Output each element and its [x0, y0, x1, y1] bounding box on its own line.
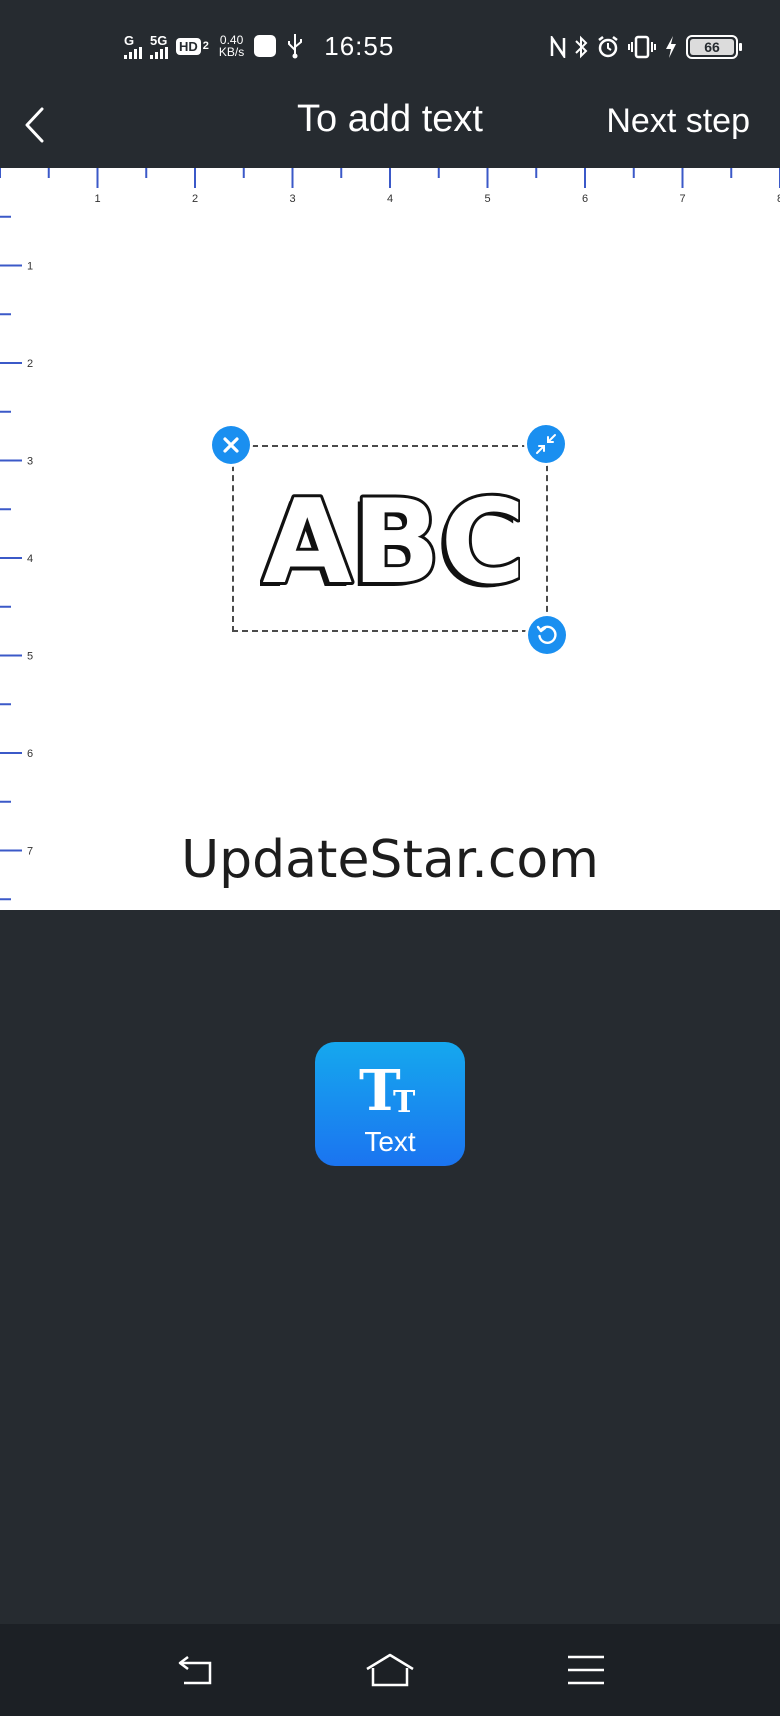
sim1-signal: G — [124, 34, 142, 59]
ruler-label-horizontal: 7 — [679, 193, 685, 205]
hd-voice-badge: HD — [176, 37, 201, 55]
menu-icon — [568, 1655, 604, 1685]
system-nav-bar — [0, 1624, 780, 1716]
rotate-handle[interactable] — [528, 616, 566, 654]
hd-voice-sub: 2 — [202, 40, 209, 52]
charging-icon — [666, 36, 676, 58]
abc-text: ABC — [262, 475, 520, 604]
ruler-label-horizontal: 6 — [582, 193, 588, 205]
vibrate-icon — [628, 35, 656, 59]
svg-text:T: T — [393, 1085, 416, 1118]
alarm-icon — [598, 36, 618, 58]
delete-handle[interactable] — [212, 426, 250, 464]
signal-bars-icon — [150, 46, 168, 59]
label-canvas[interactable]: 123456781234567 ABC ABC UpdateStar.com — [0, 168, 780, 910]
network-speed: 0.40 KB/s — [219, 34, 244, 58]
ruler-label-vertical: 2 — [27, 358, 33, 370]
battery-level: 66 — [690, 39, 734, 55]
resize-handle[interactable] — [527, 425, 565, 463]
home-icon — [366, 1653, 414, 1687]
notification-app-icon — [254, 35, 277, 57]
watermark: UpdateStar.com — [181, 830, 599, 890]
close-icon — [223, 437, 239, 453]
signal-bars-icon — [124, 46, 142, 59]
next-step-button[interactable]: Next step — [606, 102, 750, 141]
rotate-icon — [536, 625, 557, 644]
battery-icon: 66 — [686, 35, 742, 59]
nav-back-button[interactable] — [168, 1644, 224, 1696]
nav-recents-button[interactable] — [558, 1644, 614, 1696]
ruler-label-horizontal: 2 — [192, 193, 198, 205]
text-tool-button[interactable]: T T Text — [315, 1042, 465, 1166]
nav-back-icon — [178, 1656, 212, 1685]
shrink-arrows-icon — [536, 434, 556, 454]
ruler-label-horizontal: 1 — [94, 193, 100, 205]
ruler-label-horizontal: 5 — [484, 193, 490, 205]
ruler-label-vertical: 1 — [27, 261, 33, 273]
nav-home-button[interactable] — [362, 1644, 418, 1696]
nfc-icon — [550, 36, 566, 58]
ruler-label-vertical: 4 — [27, 553, 33, 565]
status-bar: G 5G HD 2 0.40 KB/s 16:55 66 — [0, 0, 780, 92]
sim2-network-type: 5G — [150, 32, 168, 48]
clock: 16:55 — [324, 30, 395, 61]
text-element-frame[interactable]: ABC ABC — [232, 445, 548, 632]
ruler-label-horizontal: 4 — [387, 193, 393, 205]
bluetooth-icon — [575, 35, 588, 59]
text-size-icon: T T — [315, 1058, 465, 1118]
text-element[interactable]: ABC ABC — [234, 447, 546, 630]
ruler-label-vertical: 3 — [27, 456, 33, 468]
ruler-label-horizontal: 3 — [289, 193, 295, 205]
network-speed-unit: KB/s — [218, 45, 245, 59]
usb-icon — [288, 34, 303, 59]
ruler-label-vertical: 6 — [27, 748, 33, 760]
sim1-network-type: G — [124, 32, 135, 48]
title-bar: To add text Next step — [0, 92, 780, 168]
status-left: G 5G HD 2 0.40 KB/s 16:55 — [124, 28, 394, 64]
ruler-label-vertical: 5 — [27, 651, 33, 663]
text-tool-label: Text — [364, 1126, 416, 1157]
sim2-signal: 5G — [150, 34, 168, 59]
status-right: 66 — [550, 30, 742, 64]
